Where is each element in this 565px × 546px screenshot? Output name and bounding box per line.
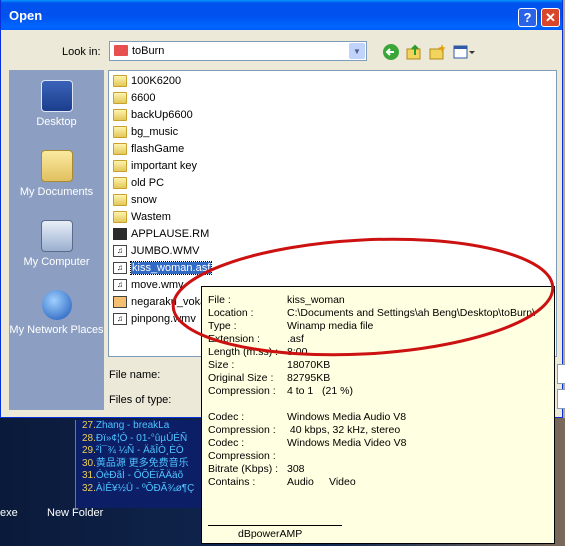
- list-item[interactable]: snow: [113, 192, 157, 208]
- desktop-item-exe[interactable]: exe: [0, 507, 18, 519]
- desktop-icon: [40, 80, 73, 112]
- list-item[interactable]: backUp6600: [113, 107, 193, 123]
- list-item[interactable]: ♫ JUMBO.WMV: [113, 243, 199, 259]
- list-item[interactable]: bg_music: [113, 124, 178, 140]
- place-label: My Documents: [19, 186, 94, 198]
- tooltip-row: Codec : Windows Media Audio V8: [208, 411, 407, 423]
- list-item[interactable]: old PC: [113, 175, 164, 191]
- folder-icon: [113, 194, 127, 206]
- folder-icon: [113, 160, 127, 172]
- file-name-label: File name:: [109, 369, 161, 381]
- place-label: My Computer: [23, 256, 90, 268]
- list-item-selected[interactable]: ♫ kiss_woman.asf: [113, 260, 213, 276]
- place-label: My Network Places: [9, 324, 104, 336]
- tooltip-row: Location : C:\Documents and Settings\ah B…: [208, 307, 536, 319]
- signature-line: [208, 525, 342, 526]
- back-button[interactable]: [381, 42, 401, 62]
- desktop-item-new-folder[interactable]: New Folder: [47, 507, 103, 519]
- my-documents-icon: [40, 150, 73, 182]
- look-in-value: toBurn: [132, 45, 165, 57]
- help-button[interactable]: ?: [518, 8, 537, 27]
- file-type-label: Files of type:: [109, 394, 172, 406]
- tooltip-row: Original Size :82795KB: [208, 372, 331, 384]
- media-file-icon: ♫: [113, 262, 127, 274]
- list-item[interactable]: ♫ move.wmv: [113, 277, 184, 293]
- media-file-icon: ♫: [113, 279, 127, 291]
- tooltip-row: Type : Winamp media file: [208, 320, 374, 332]
- tooltip-signature: dBpowerAMP: [238, 528, 303, 540]
- place-label: Desktop: [36, 116, 77, 128]
- title-bar[interactable]: Open: [1, 0, 562, 30]
- list-item[interactable]: negaraku_vokal: [113, 294, 209, 310]
- place-my-network-places[interactable]: My Network Places: [9, 290, 104, 336]
- tooltip-row: Contains : Audio Video: [208, 476, 356, 488]
- place-my-computer[interactable]: My Computer: [9, 220, 104, 268]
- close-button[interactable]: ✕: [541, 8, 560, 27]
- tooltip-row: Length (m:ss) :8:00: [208, 346, 308, 358]
- places-bar: Desktop My Documents My Computer My Netw…: [9, 70, 104, 410]
- up-folder-button[interactable]: [404, 42, 424, 62]
- list-item[interactable]: ♫ pinpong.wmv: [113, 311, 196, 327]
- list-item[interactable]: Wastem: [113, 209, 171, 225]
- help-icon: ?: [523, 10, 532, 25]
- tooltip-row: Size :18070KB: [208, 359, 331, 371]
- list-item[interactable]: 6600: [113, 90, 155, 106]
- folder-icon: [113, 143, 127, 155]
- up-folder-icon: [406, 44, 421, 60]
- tooltip-row: Compression : 40 kbps, 32 kHz, stereo: [208, 424, 401, 436]
- tooltip-row: Codec : Windows Media Video V8: [208, 437, 407, 449]
- view-menu-icon: [453, 45, 475, 59]
- media-file-icon: ♫: [113, 313, 127, 325]
- file-type-select[interactable]: [557, 389, 565, 409]
- folder-icon: [114, 45, 128, 56]
- folder-icon: [113, 126, 127, 138]
- folder-icon: [113, 109, 127, 121]
- list-item[interactable]: flashGame: [113, 141, 184, 157]
- place-desktop[interactable]: Desktop: [9, 80, 104, 128]
- list-item[interactable]: 100K6200: [113, 73, 181, 89]
- look-in-dropdown[interactable]: toBurn ▼: [109, 41, 367, 61]
- window-title: Open: [9, 7, 43, 23]
- tooltip-row: Compression :: [208, 450, 276, 462]
- tooltip-row: Compression :4 to 1 (21 %): [208, 385, 353, 397]
- folder-icon: [113, 92, 127, 104]
- chevron-down-icon[interactable]: ▼: [349, 43, 365, 59]
- place-my-documents[interactable]: My Documents: [9, 150, 104, 198]
- look-in-label: Look in:: [62, 46, 101, 58]
- tooltip-row: Extension : .asf: [208, 333, 304, 345]
- file-info-tooltip: File : kiss_woman Location : C:\Documents …: [201, 286, 555, 544]
- folder-icon: [113, 75, 127, 87]
- media-file-icon: [113, 296, 127, 308]
- folder-icon: [113, 177, 127, 189]
- network-globe-icon: [41, 290, 72, 320]
- view-menu-button[interactable]: [452, 42, 476, 62]
- tooltip-row: File : kiss_woman: [208, 294, 345, 306]
- my-computer-icon: [40, 220, 73, 252]
- file-name-input[interactable]: [557, 364, 565, 384]
- tooltip-row: Bitrate (Kbps) :308: [208, 463, 305, 475]
- list-item[interactable]: important key: [113, 158, 197, 174]
- media-file-icon: ♫: [113, 245, 127, 257]
- new-folder-icon: [429, 44, 446, 60]
- list-item[interactable]: APPLAUSE.RM: [113, 226, 209, 242]
- folder-icon: [113, 211, 127, 223]
- close-icon: ✕: [545, 9, 556, 25]
- new-folder-button[interactable]: [427, 42, 447, 62]
- playlist-panel: 27.Zhang - breakLa 28.Ðï»¢¦Ó - 01-°ûµÚÉÑ…: [75, 420, 222, 508]
- back-arrow-icon: [383, 44, 399, 60]
- realmedia-file-icon: [113, 228, 127, 240]
